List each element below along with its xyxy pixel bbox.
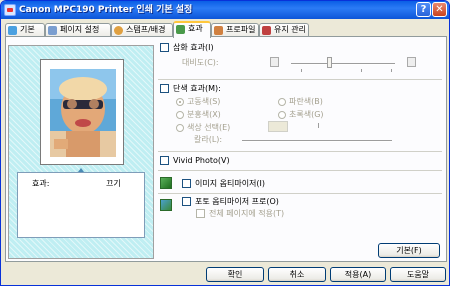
tab-label: 기본 (20, 25, 35, 34)
pink-radio[interactable] (176, 111, 184, 119)
vivid-photo-label: Vivid Photo(V) (173, 156, 230, 165)
maintenance-tab-icon (262, 26, 271, 35)
basic-tab-icon (8, 26, 17, 35)
monochrome-effect-label: 단색 효과(M): (173, 84, 221, 93)
profiles-tab-icon (214, 26, 223, 35)
photo-optimizer-pro-label: 포토 옵티마이저 프로(O) (195, 197, 279, 206)
tab-effects[interactable]: 효과 (173, 21, 211, 38)
contrast-label: 대비도(C): (182, 58, 219, 67)
monochrome-effect-checkbox[interactable] (160, 84, 169, 93)
sepia-radio[interactable] (176, 98, 184, 106)
photo-optimizer-icon (160, 199, 172, 211)
tab-label: 유지 관리 (274, 25, 306, 34)
vivid-photo-checkbox[interactable] (160, 156, 169, 165)
photo-optimizer-pro-checkbox[interactable] (182, 197, 191, 206)
separator (158, 170, 442, 171)
tab-profiles[interactable]: 프로파일 (211, 23, 259, 37)
close-window-button[interactable]: ✕ (432, 2, 447, 17)
effect-summary-value: 끄기 (106, 179, 121, 188)
blue-radio[interactable] (278, 98, 286, 106)
help-title-button[interactable]: ? (416, 2, 431, 17)
ok-button[interactable]: 확인 (206, 267, 264, 282)
custom-color-label: 색상 선택(E) (187, 123, 231, 132)
contrast-slider-thumb[interactable] (327, 57, 332, 68)
help-button[interactable]: 도움말 (390, 267, 446, 282)
tab-label: 스탬프/배경 (126, 25, 166, 34)
effect-summary-label: 효과: (32, 179, 50, 188)
image-optimizer-label: 이미지 옵티마이저(I) (195, 179, 266, 188)
cancel-button[interactable]: 취소 (268, 267, 326, 282)
tab-label: 프로파일 (226, 25, 256, 34)
image-optimizer-checkbox[interactable] (182, 179, 191, 188)
contrast-slider-track (291, 63, 395, 65)
color-slider-tick (318, 123, 319, 128)
defaults-button[interactable]: 기본(F) (378, 243, 440, 258)
separator (158, 79, 442, 80)
apply-button[interactable]: 적용(A) (330, 267, 386, 282)
slider-tick (301, 69, 302, 72)
high-contrast-icon (407, 57, 416, 67)
separator (158, 193, 442, 194)
green-radio[interactable] (278, 111, 286, 119)
page-setup-tab-icon (48, 26, 57, 35)
tab-page-setup[interactable]: 페이지 설정 (45, 23, 111, 37)
preview-paper (40, 59, 124, 165)
slider-tick (391, 69, 392, 72)
illustration-effect-label: 삽화 효과(I) (173, 43, 214, 52)
stamp-tab-icon (114, 26, 123, 35)
tab-label: 효과 (188, 24, 203, 33)
low-contrast-icon (270, 57, 279, 67)
green-label: 초록색(G) (289, 110, 324, 119)
image-optimizer-icon (160, 177, 172, 189)
window-title: Canon MPC190 Printer 인쇄 기본 설정 (19, 5, 193, 15)
apply-all-pages-checkbox[interactable] (196, 209, 205, 218)
separator (158, 151, 442, 152)
tab-maintenance[interactable]: 유지 관리 (259, 23, 309, 37)
pink-label: 분홍색(X) (187, 110, 221, 119)
color-slider-track (242, 140, 392, 142)
illustration-effect-checkbox[interactable] (160, 43, 169, 52)
apply-all-pages-label: 전체 페이지에 적용(T) (209, 209, 285, 218)
color-label: 칼라(L): (194, 135, 223, 144)
sepia-label: 고동색(S) (187, 97, 221, 106)
effects-tab-icon (176, 25, 185, 34)
title-bar[interactable]: Canon MPC190 Printer 인쇄 기본 설정 ? ✕ (1, 1, 449, 19)
tab-label: 페이지 설정 (60, 25, 100, 34)
printer-icon (4, 4, 16, 16)
tab-strip: 기본 페이지 설정 스탬프/배경 효과 프로파일 유지 관리 (5, 21, 447, 38)
color-swatch (268, 121, 288, 132)
blue-label: 파란색(B) (289, 97, 323, 106)
tab-stamp-background[interactable]: 스탬프/배경 (111, 23, 173, 37)
custom-color-radio[interactable] (176, 124, 184, 132)
preview-photo (50, 69, 116, 157)
tab-basic[interactable]: 기본 (5, 23, 45, 37)
print-preview: 효과: 끄기 (8, 45, 154, 259)
slider-tick (361, 69, 362, 72)
effect-summary-box: 효과: 끄기 (17, 172, 145, 238)
printer-preferences-window: Canon MPC190 Printer 인쇄 기본 설정 ? ✕ 기본 페이지… (0, 0, 450, 286)
effects-panel: 효과: 끄기 삽화 효과(I) 대비도(C): 단색 효과(M): 고동색(S)… (5, 36, 447, 262)
